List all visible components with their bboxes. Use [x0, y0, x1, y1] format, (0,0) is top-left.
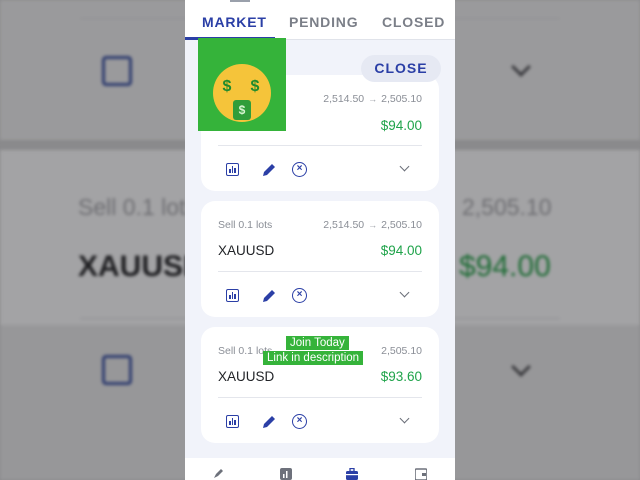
card-divider	[218, 397, 422, 398]
trade-pnl: $93.60	[380, 369, 422, 384]
emoji-face: $ $ $	[213, 64, 271, 122]
pencil-icon[interactable]	[260, 161, 278, 179]
bg-price: 2,505.10	[462, 194, 552, 220]
close-circle-icon[interactable]: ×	[292, 414, 307, 429]
card-divider	[218, 271, 422, 272]
arrow-icon: →	[368, 220, 378, 230]
pencil-icon[interactable]	[260, 413, 278, 431]
trade-symbol: XAUUSD	[218, 369, 275, 384]
drag-handle[interactable]	[230, 0, 250, 2]
tab-bar: MARKET PENDING CLOSED	[185, 0, 455, 40]
price-range: 2,505.10	[381, 345, 422, 357]
tab-pending[interactable]: PENDING	[289, 14, 358, 30]
bg-pnl: $94.00	[459, 250, 551, 283]
trade-card[interactable]: Sell 0.1 lots 2,514.50 → 2,505.10 XAUUSD $…	[201, 201, 439, 317]
trade-lots: Sell 0.1 lots	[218, 219, 273, 231]
wallet-icon[interactable]	[415, 468, 427, 480]
tab-market[interactable]: MARKET	[202, 14, 267, 30]
stats-icon[interactable]	[280, 468, 292, 480]
dollar-eye-icon: $	[250, 78, 260, 95]
open-price: 2,514.50	[323, 93, 365, 105]
tab-closed[interactable]: CLOSED	[382, 14, 445, 30]
dollar-tongue-icon: $	[233, 100, 251, 120]
trade-actions: ×	[218, 413, 422, 431]
close-button[interactable]: CLOSE	[361, 55, 441, 82]
card-divider	[218, 145, 422, 146]
bg-lots: Sell 0.1 lots	[78, 194, 197, 220]
promo-link-description: Link in description	[263, 351, 364, 365]
briefcase-icon[interactable]	[346, 468, 358, 480]
bottom-nav	[185, 458, 455, 480]
chart-icon[interactable]	[226, 163, 239, 176]
trading-app: MARKET PENDING CLOSED 2,514.50 → 2,505.10 …	[185, 0, 455, 480]
open-price: 2,514.50	[323, 219, 365, 231]
arrow-icon: →	[368, 94, 378, 104]
bg-chart-icon	[102, 355, 132, 385]
chart-icon[interactable]	[226, 289, 239, 302]
trade-symbol: XAUUSD	[218, 243, 275, 258]
current-price: 2,505.10	[381, 219, 422, 231]
chart-icon[interactable]	[226, 415, 239, 428]
trade-actions: ×	[218, 161, 422, 179]
dollar-eye-icon: $	[222, 78, 232, 95]
rocket-icon[interactable]	[212, 468, 224, 480]
current-price: 2,505.10	[381, 345, 422, 357]
chevron-down-icon[interactable]	[399, 413, 410, 424]
close-circle-icon[interactable]: ×	[292, 288, 307, 303]
chevron-down-icon[interactable]	[399, 161, 410, 172]
trade-pnl: $94.00	[380, 118, 422, 133]
money-face-emoji: $ $ $	[198, 38, 286, 131]
bg-chart-icon	[102, 56, 132, 86]
chevron-down-icon[interactable]	[399, 287, 410, 298]
price-range: 2,514.50 → 2,505.10	[323, 93, 422, 105]
current-price: 2,505.10	[381, 93, 422, 105]
promo-join-today: Join Today	[286, 336, 349, 350]
trade-actions: ×	[218, 287, 422, 305]
price-range: 2,514.50 → 2,505.10	[323, 219, 422, 231]
trade-pnl: $94.00	[380, 243, 422, 258]
pencil-icon[interactable]	[260, 287, 278, 305]
close-circle-icon[interactable]: ×	[292, 162, 307, 177]
